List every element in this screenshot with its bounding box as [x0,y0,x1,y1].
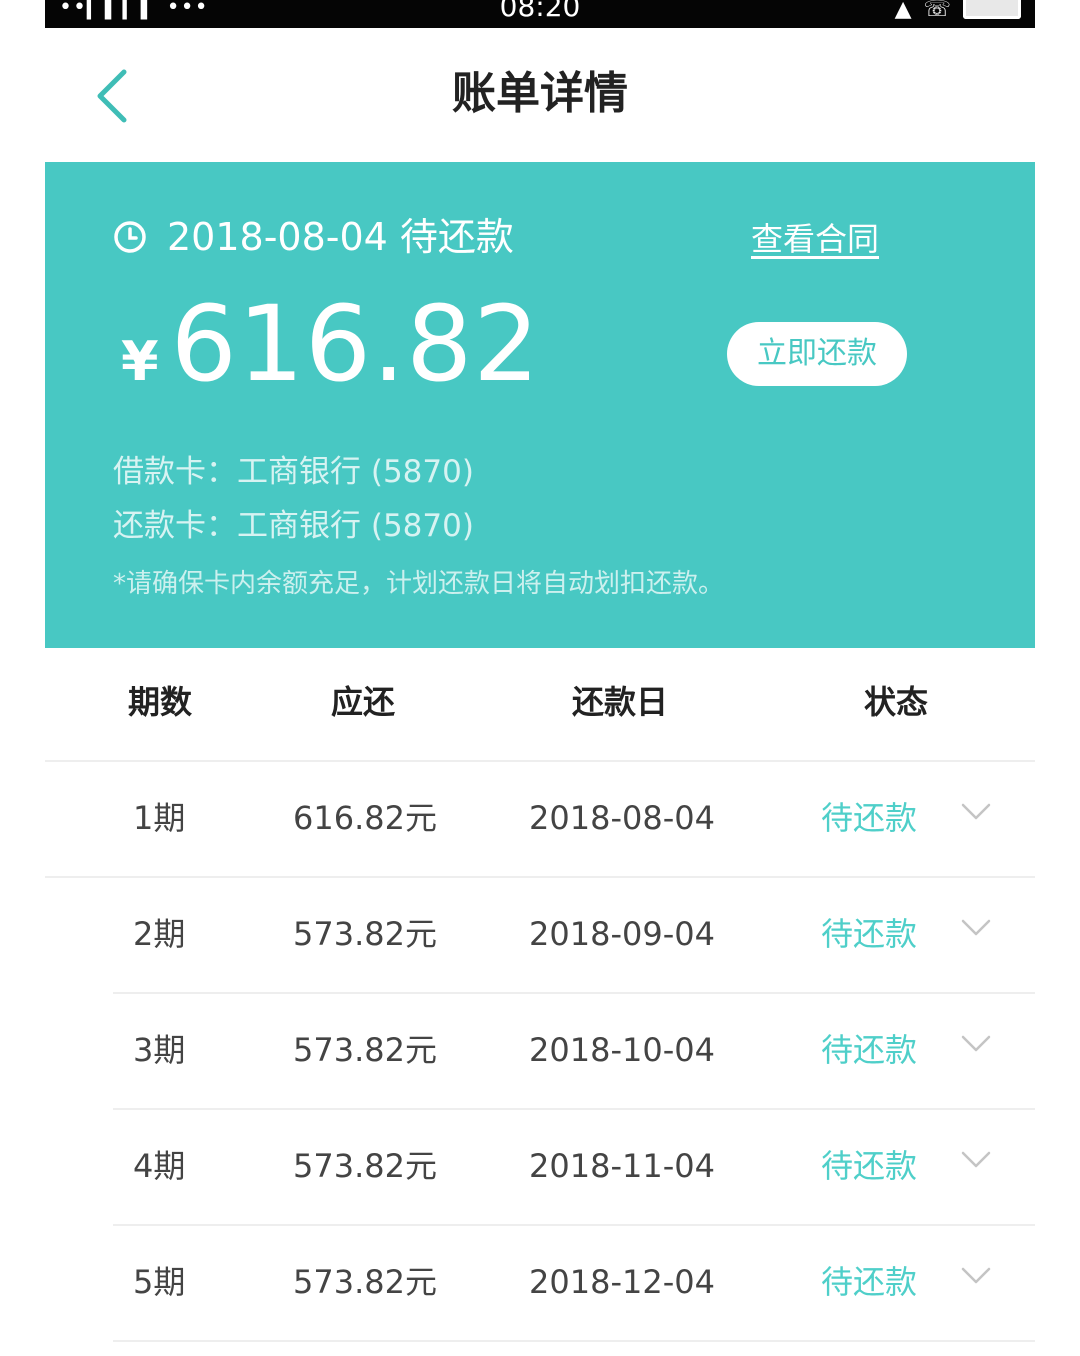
app-screen: ••▎▍▎▍ ••• 08:20 ▲ ☏ 账单详情 2018-08-04 待还款… [45,0,1035,1356]
table-row[interactable]: 1期 616.82元 2018-08-04 待还款 [45,762,1035,878]
view-contract-link[interactable]: 查看合同 [751,218,879,260]
battery-icon [963,0,1021,19]
row-amount: 616.82元 [293,799,437,837]
page-title: 账单详情 [452,68,628,119]
row-amount: 573.82元 [293,1031,437,1069]
nav-bar: 账单详情 [45,28,1035,162]
schedule-table-header: 期数 应还 还款日 状态 [45,648,1035,762]
chevron-down-icon[interactable] [961,1150,991,1170]
row-period: 1期 [133,799,186,837]
row-amount: 573.82元 [293,1147,437,1185]
repay-now-button[interactable]: 立即还款 [727,322,907,386]
row-period: 5期 [133,1263,186,1301]
row-amount: 573.82元 [293,1263,437,1301]
table-row[interactable]: 2期 573.82元 2018-09-04 待还款 [113,878,1035,994]
bill-summary-card: 2018-08-04 待还款 查看合同 ¥ 616.82 立即还款 借款卡：工商… [45,162,1035,648]
due-date-row: 2018-08-04 待还款 [113,214,514,260]
table-row[interactable]: 5期 573.82元 2018-12-04 待还款 [113,1226,1035,1342]
chevron-down-icon[interactable] [961,802,991,822]
chevron-down-icon[interactable] [961,918,991,938]
header-status: 状态 [863,683,928,721]
status-bar: ••▎▍▎▍ ••• 08:20 ▲ ☏ [45,0,1035,28]
row-date: 2018-08-04 [529,799,715,837]
row-period: 3期 [133,1031,186,1069]
table-row[interactable]: 3期 573.82元 2018-10-04 待还款 [113,994,1035,1110]
currency-symbol: ¥ [121,330,159,393]
row-date: 2018-09-04 [529,915,715,953]
header-period: 期数 [127,683,192,721]
balance-notice: *请确保卡内余额充足，计划还款日将自动划扣还款。 [113,569,725,599]
amount-value: 616.82 [170,283,541,405]
header-repay-date: 还款日 [571,683,668,721]
due-date-label: 2018-08-04 待还款 [167,215,514,259]
status-time: 08:20 [499,0,581,23]
row-status: 待还款 [821,915,918,953]
clock-icon [114,221,146,253]
row-amount: 573.82元 [293,915,437,953]
chevron-down-icon[interactable] [961,1034,991,1054]
header-amount-due: 应还 [330,683,395,721]
row-period: 2期 [133,915,186,953]
row-status: 待还款 [821,1031,918,1069]
loan-card-info: 借款卡：工商银行 (5870) [113,454,474,490]
due-amount: ¥ 616.82 [121,292,540,396]
table-row[interactable]: 4期 573.82元 2018-11-04 待还款 [113,1110,1035,1226]
chevron-down-icon[interactable] [961,1266,991,1286]
repay-card-info: 还款卡：工商银行 (5870) [113,508,474,544]
row-status: 待还款 [821,799,918,837]
row-date: 2018-11-04 [529,1147,715,1185]
phone-icon: ☏ [923,0,951,22]
row-date: 2018-10-04 [529,1031,715,1069]
row-status: 待还款 [821,1147,918,1185]
row-period: 4期 [133,1147,186,1185]
schedule-table: 1期 616.82元 2018-08-04 待还款 2期 573.82元 201… [45,762,1035,1342]
alarm-icon: ▲ [894,0,912,22]
status-icons: ▲ ☏ [895,0,1021,28]
row-date: 2018-12-04 [529,1263,715,1301]
row-status: 待还款 [821,1263,918,1301]
